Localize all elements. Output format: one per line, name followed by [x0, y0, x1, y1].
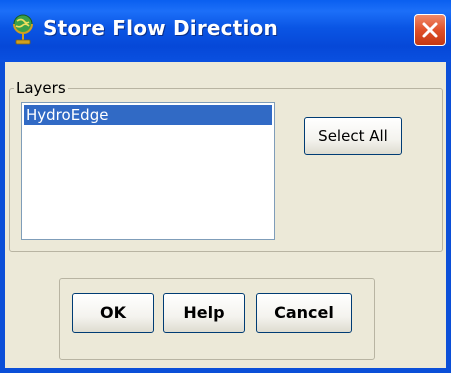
list-item[interactable]: HydroEdge — [24, 105, 272, 125]
ok-button[interactable]: OK — [72, 293, 154, 333]
layers-legend: Layers — [14, 79, 68, 97]
select-all-button[interactable]: Select All — [304, 117, 402, 155]
dialog-window: Store Flow Direction Layers HydroEdge Se… — [0, 0, 451, 373]
cancel-button[interactable]: Cancel — [256, 293, 352, 333]
globe-stand-icon — [10, 13, 36, 47]
close-button[interactable] — [414, 14, 446, 46]
dialog-body: Layers HydroEdge Select All OK Help Canc… — [5, 62, 446, 368]
window-title: Store Flow Direction — [43, 16, 278, 40]
title-bar[interactable]: Store Flow Direction — [0, 0, 451, 62]
help-button[interactable]: Help — [163, 293, 245, 333]
layers-listbox[interactable]: HydroEdge — [21, 102, 275, 240]
close-icon — [422, 22, 438, 38]
